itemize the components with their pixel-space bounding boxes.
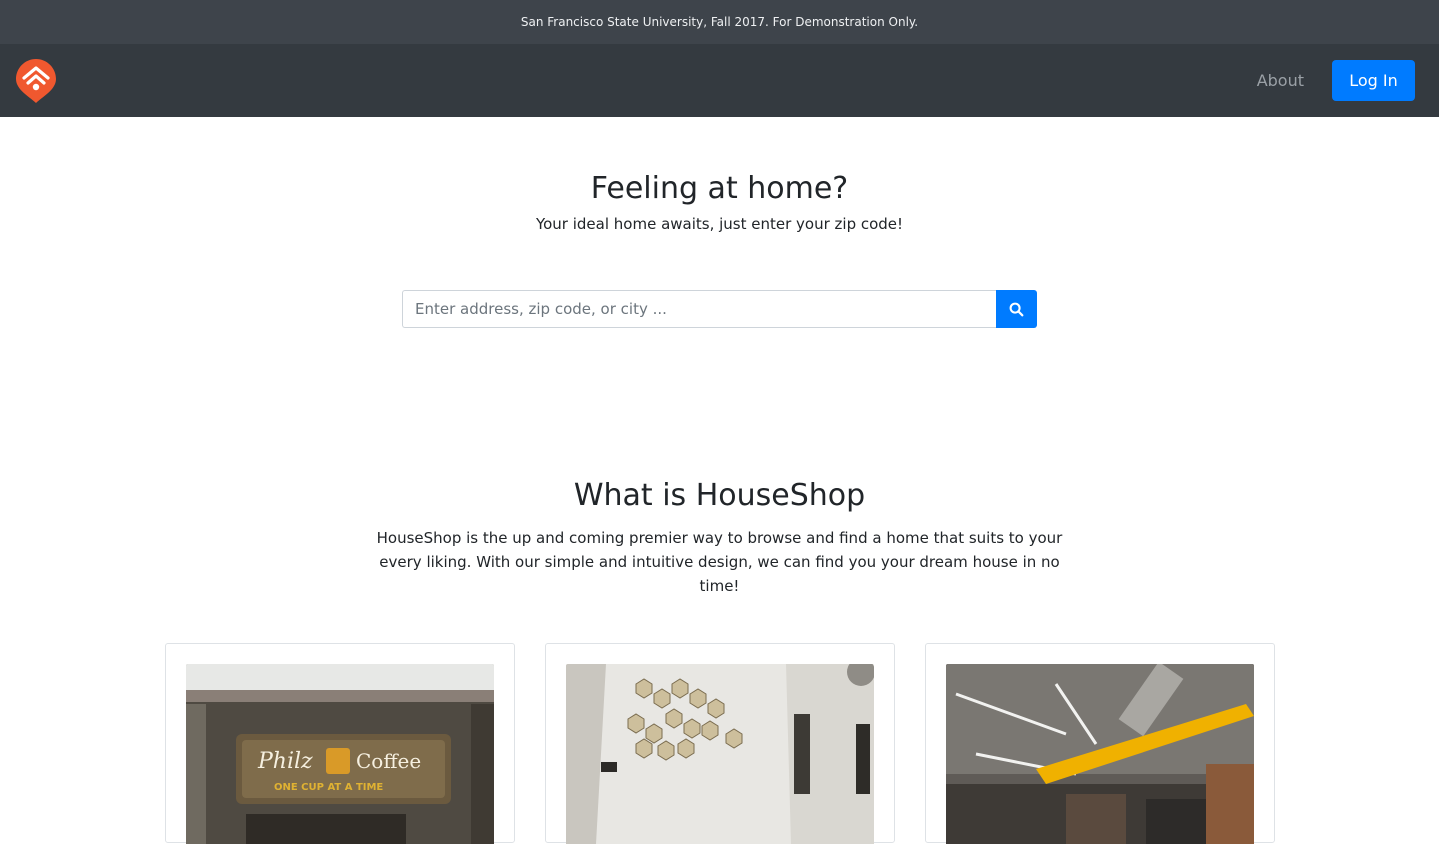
feature-card: Philz Coffee ONE CUP AT A TIME <box>164 643 515 844</box>
search-button[interactable] <box>996 290 1037 328</box>
about-section: What is HouseShop HouseShop is the up an… <box>0 328 1439 844</box>
about-title: What is HouseShop <box>573 478 866 513</box>
search-input[interactable] <box>402 290 996 328</box>
login-button[interactable]: Log In <box>1332 60 1415 101</box>
demo-banner: San Francisco State University, Fall 201… <box>0 0 1439 44</box>
feature-cards: Philz Coffee ONE CUP AT A TIME <box>0 643 1439 844</box>
search-icon <box>1009 302 1024 316</box>
nav-right: About Log In <box>1257 60 1415 101</box>
svg-text:Coffee: Coffee <box>356 749 421 773</box>
feature-card <box>544 643 895 844</box>
hero-title: Feeling at home? <box>590 171 849 206</box>
coffee-shop-image: Philz Coffee ONE CUP AT A TIME <box>185 664 494 844</box>
hero-section: Feeling at home? Your ideal home awaits,… <box>0 117 1439 328</box>
interior-wall-shelves-image <box>565 664 874 844</box>
nav-about-link[interactable]: About <box>1257 71 1304 90</box>
navbar: About Log In <box>0 44 1439 117</box>
svg-text:ONE CUP AT A TIME: ONE CUP AT A TIME <box>274 782 383 793</box>
demo-banner-text: San Francisco State University, Fall 201… <box>520 15 919 29</box>
houseshop-logo-icon[interactable] <box>14 57 58 105</box>
hero-subtitle: Your ideal home awaits, just enter your … <box>535 215 904 233</box>
feature-card <box>924 643 1275 844</box>
search-bar <box>402 290 1037 328</box>
modern-office-ceiling-image <box>945 664 1254 844</box>
about-text: HouseShop is the up and coming premier w… <box>376 529 1063 595</box>
svg-text:Philz: Philz <box>257 749 313 774</box>
